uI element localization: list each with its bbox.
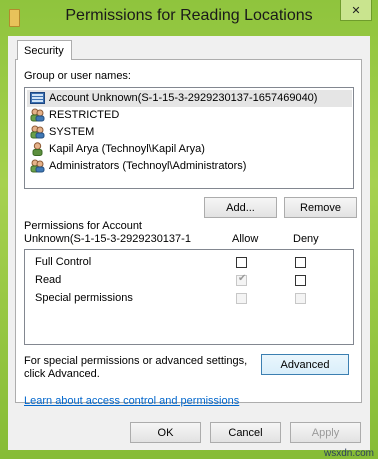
list-item-label: Account Unknown(S-1-15-3-2929230137-1657… [49,92,318,104]
list-item[interactable]: Account Unknown(S-1-15-3-2929230137-1657… [27,90,352,107]
list-item-label: Administrators (Technoyl\Administrators) [49,160,247,172]
window-title: Permissions for Reading Locations [65,7,313,24]
permission-name: Special permissions [35,292,133,304]
add-button[interactable]: Add... [204,197,277,218]
learn-more-link[interactable]: Learn about access control and permissio… [24,395,239,407]
apply-button[interactable]: Apply [290,422,361,443]
permissions-label-line1: Permissions for Account [24,220,142,232]
unknown-account-icon [30,92,45,104]
user-icon [32,142,43,156]
watermark: wsxdn.com [323,448,374,459]
groups-label: Group or user names: [24,70,131,82]
check-mark-icon: ✔ [238,273,247,284]
allow-column-header: Allow [232,233,259,245]
read-deny-checkbox[interactable] [295,275,306,286]
list-item[interactable]: Kapil Arya (Technoyl\Kapil Arya) [27,141,352,158]
permissions-list: Full Control Read ✔ Special permissions [24,249,354,345]
security-panel: Group or user names: Account Unknown(S-1… [15,59,362,407]
permission-name: Read [35,274,62,286]
list-item-label: RESTRICTED [49,109,120,121]
cancel-button[interactable]: Cancel [210,422,281,443]
full-control-deny-checkbox[interactable] [295,257,306,268]
close-button[interactable]: ✕ [340,0,372,21]
list-item-label: Kapil Arya (Technoyl\Kapil Arya) [49,143,205,155]
special-permissions-text-line2: click Advanced. [24,368,100,380]
close-icon: ✕ [351,4,361,17]
remove-button[interactable]: Remove [284,197,357,218]
list-item[interactable]: Administrators (Technoyl\Administrators) [27,158,352,175]
special-permissions-deny-checkbox[interactable] [295,293,306,304]
group-user-list[interactable]: Account Unknown(S-1-15-3-2929230137-1657… [24,87,354,189]
permission-name: Full Control [35,256,92,268]
list-item[interactable]: SYSTEM [27,124,352,141]
list-item-label: SYSTEM [49,126,95,138]
users-group-icon [30,125,45,139]
read-allow-checkbox[interactable]: ✔ [236,273,247,286]
deny-column-header: Deny [293,233,319,245]
tab-security[interactable]: Security [17,40,72,60]
dialog-client: Security Group or user names: Account Un… [8,36,370,450]
users-group-icon [30,108,45,122]
users-group-icon [30,159,45,173]
special-permissions-allow-checkbox[interactable] [236,293,247,304]
full-control-allow-checkbox[interactable] [236,257,247,268]
ok-button[interactable]: OK [130,422,201,443]
list-item[interactable]: RESTRICTED [27,107,352,124]
window-frame: Permissions for Reading Locations ✕ Secu… [0,0,378,459]
special-permissions-text-line1: For special permissions or advanced sett… [24,355,248,367]
advanced-button[interactable]: Advanced [261,354,349,375]
title-bar: Permissions for Reading Locations ✕ [0,0,378,36]
permissions-label-line2: Unknown(S-1-15-3-2929230137-1 [24,233,191,245]
